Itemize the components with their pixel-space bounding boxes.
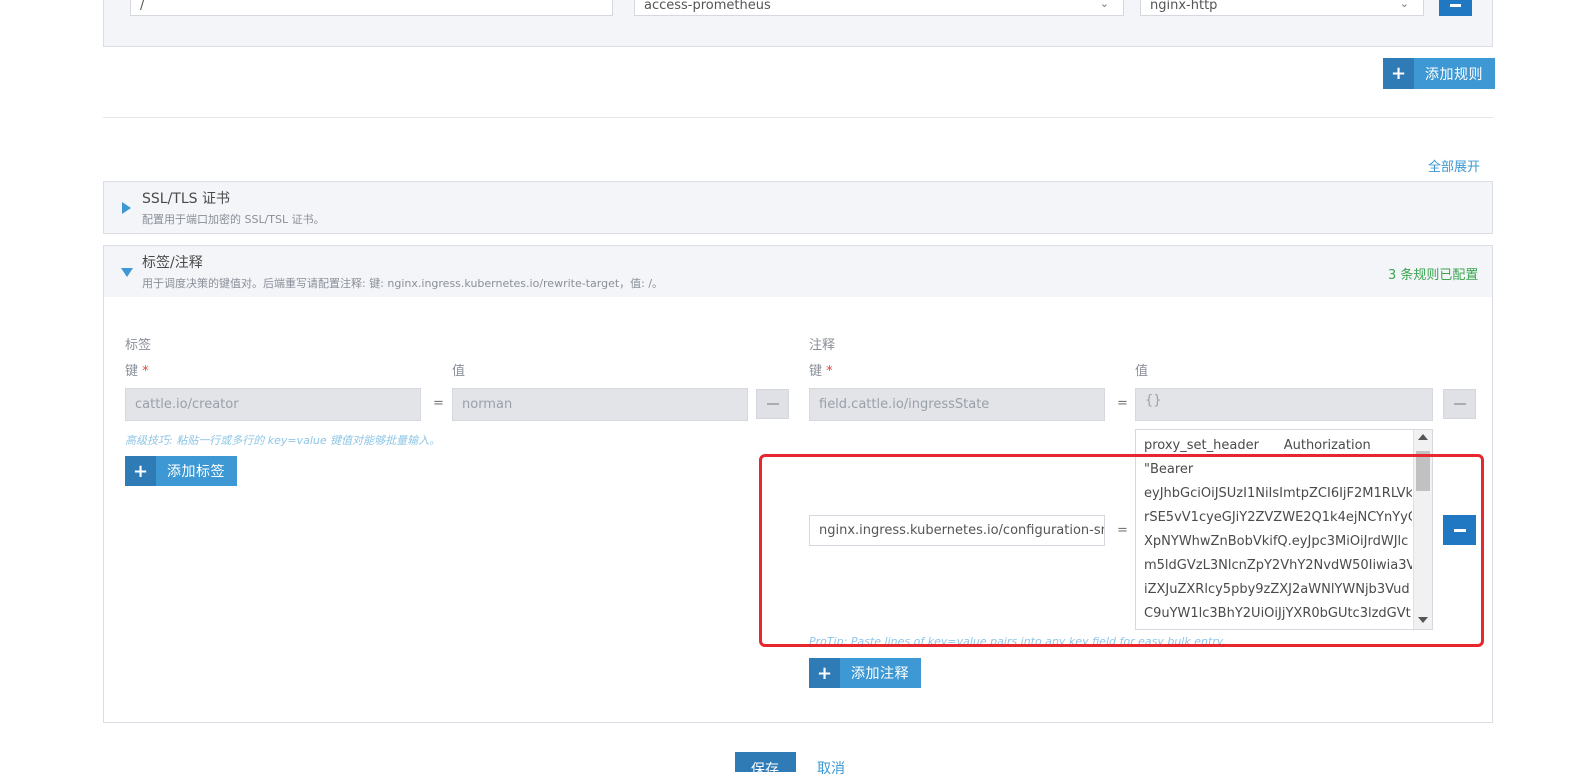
- labels-section-title: 标签/注释: [142, 255, 203, 271]
- add-label-label: 添加标签: [167, 464, 225, 480]
- label-value-input[interactable]: norman: [452, 388, 748, 421]
- chevron-down-icon: ⌄: [1399, 0, 1409, 10]
- plus-icon: +: [1383, 58, 1414, 89]
- remove-rule-button[interactable]: [1439, 0, 1472, 16]
- collapse-down-icon: [121, 268, 133, 277]
- annotations-value-header: 值: [1135, 364, 1149, 379]
- save-label: 保存: [751, 762, 779, 778]
- annotation-key-value: field.cattle.io/ingressState: [819, 397, 990, 412]
- labels-heading: 标签: [125, 338, 152, 353]
- save-button[interactable]: 保存: [735, 752, 796, 778]
- labels-key-header: 键 *: [125, 360, 149, 379]
- rules-configured-status: 3 条规则已配置: [1388, 268, 1479, 283]
- annotations-key-header: 键 *: [809, 360, 833, 379]
- labels-accordion-header[interactable]: 标签/注释 用于调度决策的键值对。后端重写请配置注释: 键: nginx.ing…: [103, 245, 1493, 298]
- rule-path-value: /: [140, 0, 145, 13]
- chevron-down-icon: ⌄: [1099, 0, 1109, 10]
- label-value-value: norman: [462, 397, 513, 412]
- equals-sign: =: [1117, 396, 1128, 411]
- labels-protip: 高级技巧: 粘贴一行或多行的 key=value 键值对能够批量输入。: [125, 434, 441, 447]
- add-rule-button[interactable]: + 添加规则: [1383, 58, 1495, 89]
- annotation-key-input[interactable]: field.cattle.io/ingressState: [809, 388, 1105, 421]
- remove-label-button[interactable]: [756, 389, 789, 419]
- labels-key-label: 键: [125, 364, 139, 379]
- plus-icon: +: [125, 456, 156, 486]
- annotations-heading: 注释: [809, 338, 836, 353]
- add-label-button[interactable]: + 添加标签: [125, 456, 237, 486]
- labels-value-header: 值: [452, 364, 466, 379]
- rule-port-select[interactable]: nginx-http ⌄: [1140, 0, 1424, 16]
- rule-target-select[interactable]: access-prometheus ⌄: [634, 0, 1124, 16]
- expand-all-link[interactable]: 全部展开: [1428, 156, 1480, 175]
- scroll-up-arrow-icon[interactable]: [1418, 434, 1428, 440]
- cancel-link[interactable]: 取消: [817, 758, 845, 778]
- plus-icon: +: [809, 658, 840, 688]
- required-mark: *: [826, 364, 833, 379]
- annotation-value-input[interactable]: {}: [1135, 388, 1433, 421]
- required-mark: *: [142, 364, 149, 379]
- equals-sign: =: [433, 396, 444, 411]
- add-rule-label: 添加规则: [1425, 66, 1483, 83]
- add-annotation-label: 添加注释: [851, 666, 909, 682]
- label-key-input[interactable]: cattle.io/creator: [125, 388, 421, 421]
- annotations-key-label: 键: [809, 364, 823, 379]
- label-key-value: cattle.io/creator: [135, 397, 239, 412]
- ssl-section-subtitle: 配置用于端口加密的 SSL/TSL 证书。: [142, 213, 325, 226]
- rule-port-value: nginx-http: [1150, 0, 1218, 13]
- annotation-value-value: {}: [1145, 393, 1162, 408]
- section-divider: [103, 117, 1493, 118]
- rule-target-value: access-prometheus: [644, 0, 771, 13]
- add-annotation-button[interactable]: + 添加注释: [809, 658, 921, 688]
- ssl-section-title: SSL/TLS 证书: [142, 191, 230, 207]
- remove-annotation-button[interactable]: [1443, 389, 1476, 419]
- expand-right-icon: [122, 202, 131, 214]
- red-highlight-box: [759, 454, 1484, 647]
- ssl-accordion-header[interactable]: SSL/TLS 证书 配置用于端口加密的 SSL/TSL 证书。: [103, 181, 1493, 234]
- rule-path-input[interactable]: /: [130, 0, 613, 16]
- labels-section-subtitle: 用于调度决策的键值对。后端重写请配置注释: 键: nginx.ingress.k…: [142, 277, 664, 290]
